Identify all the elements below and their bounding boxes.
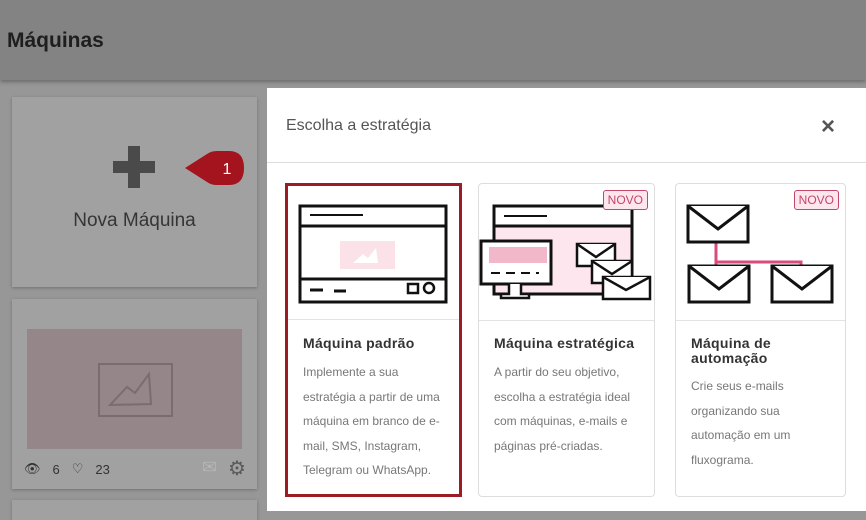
- machine-card[interactable]: 👁 6 ♡ 23 ✉ ⚙: [12, 299, 257, 489]
- machine-card[interactable]: [12, 500, 257, 520]
- views-count: 6: [52, 461, 60, 477]
- eye-icon: 👁: [24, 461, 41, 476]
- new-machine-card[interactable]: Nova Máquina: [12, 97, 257, 287]
- option-description: Crie seus e-mails organizando sua automa…: [691, 379, 791, 467]
- likes-count: 23: [95, 461, 110, 477]
- top-header: Máquinas: [0, 0, 866, 80]
- modal-title: Escolha a estratégia: [286, 117, 431, 134]
- standard-machine-illustration: [298, 204, 448, 304]
- gear-icon[interactable]: ⚙: [228, 456, 246, 481]
- option-standard-machine[interactable]: Máquina padrão Implemente a sua estratég…: [285, 183, 462, 497]
- option-automation-machine[interactable]: NOVO Máquina de automação Crie seus e-ma…: [675, 183, 846, 497]
- plus-icon: [113, 146, 155, 188]
- image-placeholder-icon: [98, 363, 173, 417]
- strategy-modal: Escolha a estratégia × Máquina padrão Im…: [267, 88, 866, 511]
- thumbnail: [27, 329, 242, 449]
- close-icon[interactable]: ×: [821, 113, 835, 141]
- heart-icon: ♡: [71, 461, 84, 476]
- step-number: 1: [223, 161, 232, 178]
- new-machine-label: Nova Máquina: [73, 210, 196, 231]
- new-badge: NOVO: [602, 190, 648, 210]
- option-strategic-machine[interactable]: NOVO Máquina estratégica A partir do seu…: [478, 183, 655, 497]
- mail-icon[interactable]: ✉: [202, 457, 217, 478]
- step-marker: 1: [185, 151, 244, 185]
- divider: [267, 162, 866, 163]
- option-description: Implemente a sua estratégia a partir de …: [303, 365, 440, 477]
- option-title: Máquina estratégica: [494, 335, 635, 351]
- option-title: Máquina de automação: [691, 335, 772, 366]
- page-title: Máquinas: [7, 29, 104, 52]
- option-title: Máquina padrão: [303, 335, 415, 351]
- new-badge: NOVO: [793, 190, 839, 210]
- option-description: A partir do seu objetivo, escolha a estr…: [494, 365, 631, 453]
